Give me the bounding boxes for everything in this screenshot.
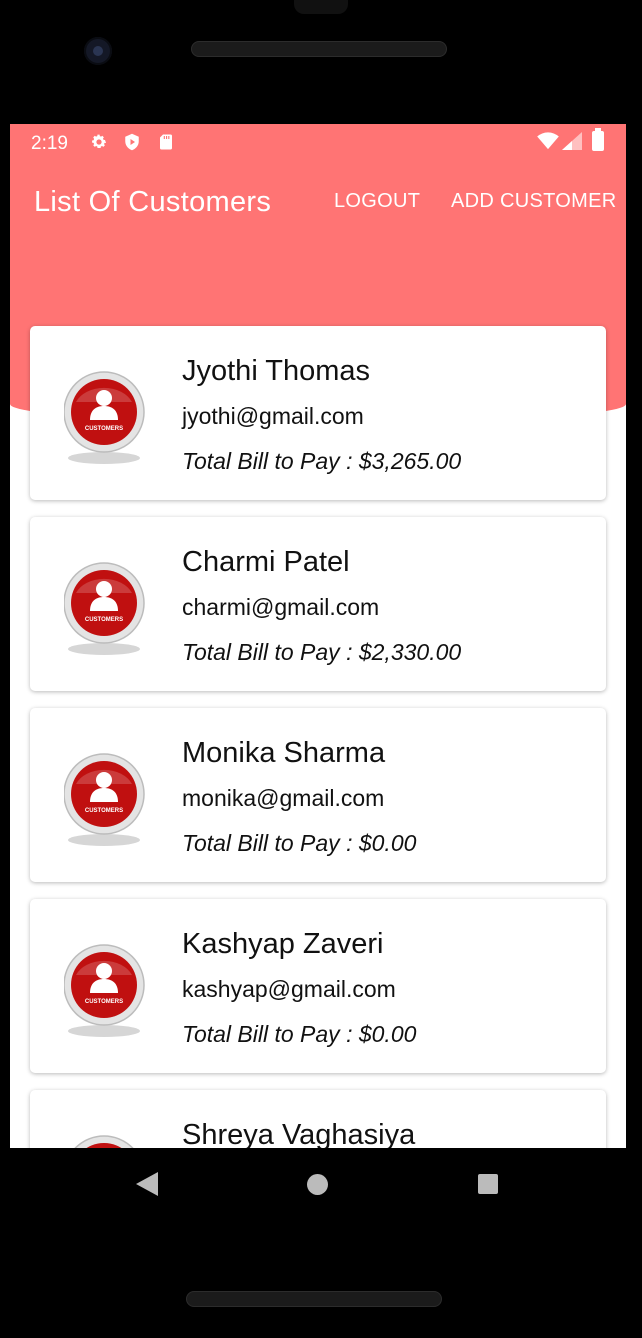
customer-email: kashyap@gmail.com bbox=[182, 976, 396, 1002]
battery-icon bbox=[592, 128, 604, 151]
customer-card[interactable]: CUSTOMERS Shreya Vaghasiya bbox=[30, 1090, 606, 1148]
customer-name: Charmi Patel bbox=[182, 546, 350, 578]
customer-avatar-icon: CUSTOMERS bbox=[74, 1135, 134, 1148]
avatar-label: CUSTOMERS bbox=[85, 426, 123, 432]
bottom-speaker bbox=[186, 1291, 442, 1307]
customer-avatar-icon: CUSTOMERS bbox=[64, 562, 145, 655]
logout-button[interactable]: LOGOUT bbox=[334, 190, 420, 213]
avatar-label: CUSTOMERS bbox=[85, 617, 123, 623]
front-camera bbox=[84, 37, 112, 65]
page-title: List Of Customers bbox=[34, 186, 272, 218]
back-icon[interactable] bbox=[136, 1172, 158, 1196]
customer-bill: Total Bill to Pay : $2,330.00 bbox=[182, 639, 462, 665]
customer-card[interactable]: CUSTOMERS Monika Sharma monika@gmail.com… bbox=[30, 708, 606, 882]
app-screen: 2:19 List Of Customers LOGOUT ADD CUSTOM… bbox=[10, 124, 626, 1148]
home-icon[interactable] bbox=[307, 1174, 328, 1195]
customer-email: monika@gmail.com bbox=[182, 785, 385, 811]
recent-apps-icon[interactable] bbox=[478, 1174, 498, 1194]
customer-avatar-icon: CUSTOMERS bbox=[64, 944, 145, 1037]
customer-name: Shreya Vaghasiya bbox=[182, 1119, 416, 1148]
customer-bill: Total Bill to Pay : $3,265.00 bbox=[182, 448, 462, 474]
wifi-icon bbox=[537, 132, 559, 150]
signal-icon bbox=[562, 132, 582, 150]
avatar-label: CUSTOMERS bbox=[85, 808, 123, 814]
customer-name: Monika Sharma bbox=[182, 737, 386, 769]
notch bbox=[294, 0, 348, 14]
shield-play-icon bbox=[125, 133, 139, 151]
navigation-bar bbox=[0, 1148, 642, 1338]
add-customer-button[interactable]: ADD CUSTOMER bbox=[451, 190, 616, 213]
customer-card[interactable]: CUSTOMERS Jyothi Thomas jyothi@gmail.com… bbox=[30, 326, 606, 500]
customer-avatar-icon: CUSTOMERS bbox=[64, 753, 145, 846]
avatar-label: CUSTOMERS bbox=[85, 999, 123, 1005]
customer-email: charmi@gmail.com bbox=[182, 594, 380, 620]
sd-card-icon bbox=[160, 134, 172, 150]
status-time: 2:19 bbox=[31, 133, 68, 154]
customer-name: Jyothi Thomas bbox=[182, 355, 371, 387]
customer-email: jyothi@gmail.com bbox=[182, 403, 364, 429]
earpiece-speaker bbox=[191, 41, 447, 57]
customer-bill: Total Bill to Pay : $0.00 bbox=[182, 1021, 417, 1047]
customer-name: Kashyap Zaveri bbox=[182, 928, 384, 960]
customer-bill: Total Bill to Pay : $0.00 bbox=[182, 830, 417, 856]
customer-avatar-icon: CUSTOMERS bbox=[64, 371, 145, 464]
status-bar: 2:19 bbox=[10, 124, 626, 160]
customer-card[interactable]: CUSTOMERS Charmi Patel charmi@gmail.com … bbox=[30, 517, 606, 691]
phone-top-bezel bbox=[0, 0, 642, 124]
customer-card[interactable]: CUSTOMERS Kashyap Zaveri kashyap@gmail.c… bbox=[30, 899, 606, 1073]
settings-icon bbox=[92, 134, 107, 148]
